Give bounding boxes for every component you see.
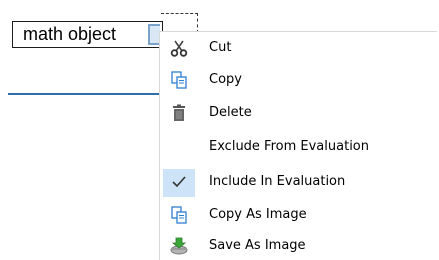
menu-label-save-as-image: Save As Image	[209, 238, 306, 253]
menu-item-delete[interactable]: Delete	[160, 98, 436, 129]
menu-item-exclude-from-evaluation[interactable]: Exclude From Evaluation	[160, 132, 436, 163]
worksheet-canvas[interactable]: math object Cut Copy Delete Exclude From…	[0, 0, 439, 260]
scissors-icon	[169, 38, 189, 58]
region-divider-line	[8, 93, 160, 95]
menu-item-copy-as-image[interactable]: Copy As Image	[160, 200, 436, 231]
menu-item-copy[interactable]: Copy	[160, 65, 436, 96]
menu-label-cut: Cut	[209, 40, 232, 55]
menu-label-include-in-evaluation: Include In Evaluation	[209, 174, 346, 189]
math-region[interactable]: math object	[12, 21, 163, 48]
menu-item-save-as-image[interactable]: Save As Image	[160, 231, 436, 260]
menu-label-exclude-from-evaluation: Exclude From Evaluation	[209, 139, 369, 154]
context-menu: Cut Copy Delete Exclude From Evaluation …	[159, 31, 437, 260]
math-object-text[interactable]: math object	[23, 24, 116, 45]
menu-item-cut[interactable]: Cut	[160, 33, 436, 64]
menu-label-delete: Delete	[209, 105, 252, 120]
menu-item-include-in-evaluation[interactable]: Include In Evaluation	[160, 167, 436, 198]
selection-outline	[161, 13, 198, 33]
checkmark-icon	[169, 172, 189, 192]
trash-icon	[169, 103, 189, 123]
menu-label-copy: Copy	[209, 72, 242, 87]
copy-image-icon	[169, 205, 189, 225]
save-image-icon	[169, 236, 189, 256]
menu-label-copy-as-image: Copy As Image	[209, 207, 307, 222]
copy-icon	[169, 70, 189, 90]
